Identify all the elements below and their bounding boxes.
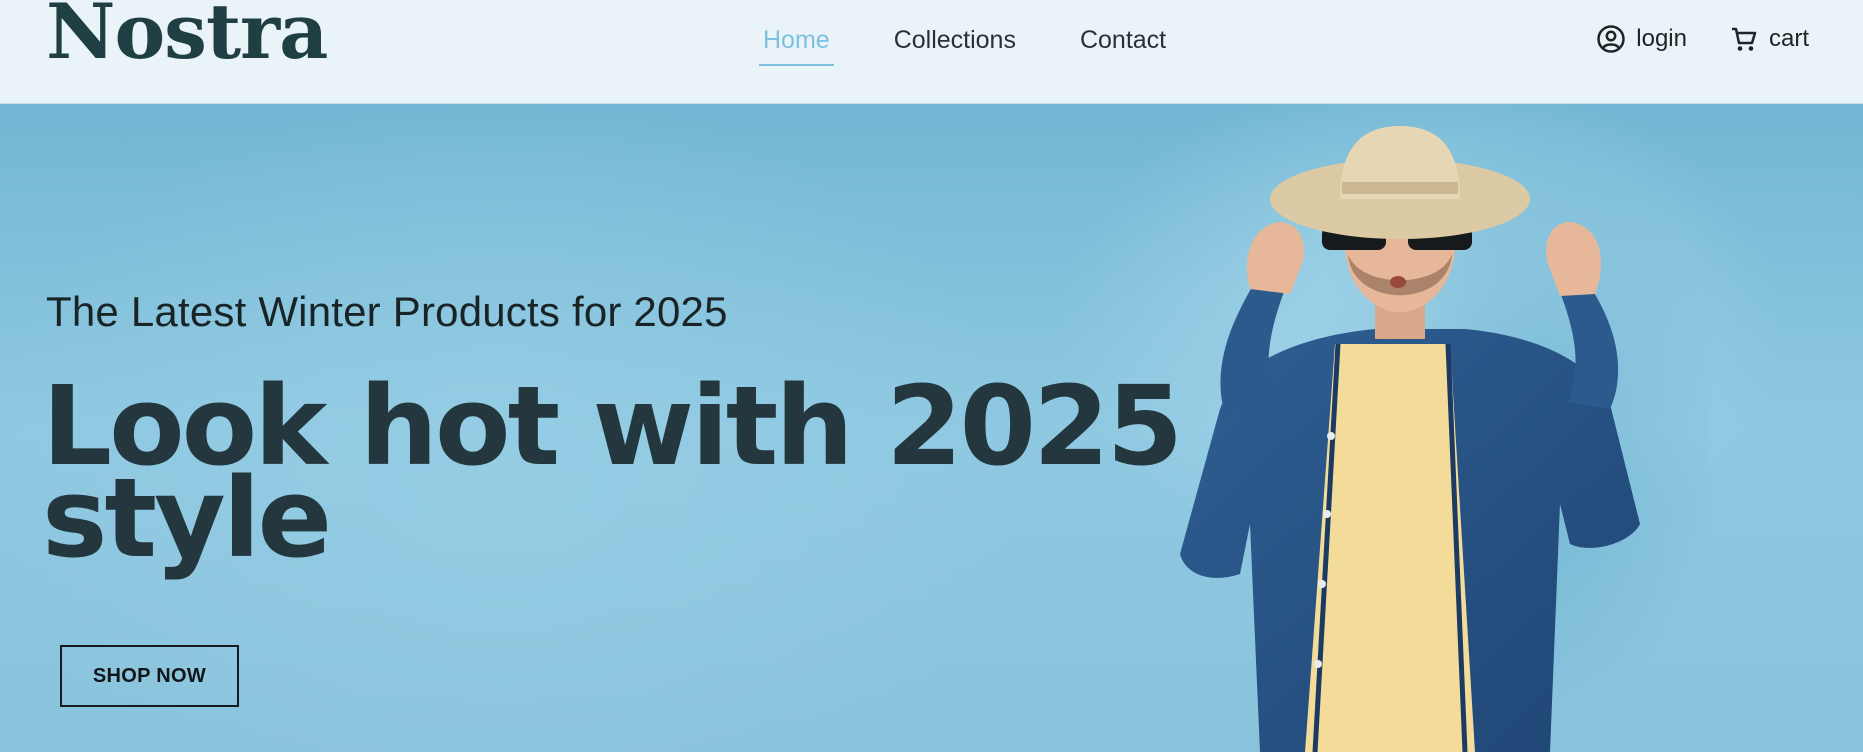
hero-model-image [1180,126,1710,752]
nav-actions: login cart [1596,24,1809,54]
cart-label: cart [1768,25,1809,52]
navbar: Nostra Home Collections Contact login ca… [0,0,1863,104]
main-nav: Home Collections Contact [755,22,1174,66]
nav-link-collections[interactable]: Collections [886,22,1024,66]
brand-logo[interactable]: Nostra [46,0,328,70]
hero-title: Look hot with 2025 style [42,362,1183,582]
login-label: login [1636,25,1687,52]
shopping-cart-icon [1729,24,1759,54]
login-button[interactable]: login [1596,24,1687,54]
hero-banner: The Latest Winter Products for 2025 Look… [0,104,1863,752]
user-circle-icon [1596,24,1626,54]
nav-link-home[interactable]: Home [755,22,838,66]
nav-link-contact[interactable]: Contact [1072,22,1174,66]
shop-now-button[interactable]: SHOP NOW [60,645,239,707]
cart-button[interactable]: cart [1729,24,1809,54]
hero-subtitle: The Latest Winter Products for 2025 [46,288,728,335]
